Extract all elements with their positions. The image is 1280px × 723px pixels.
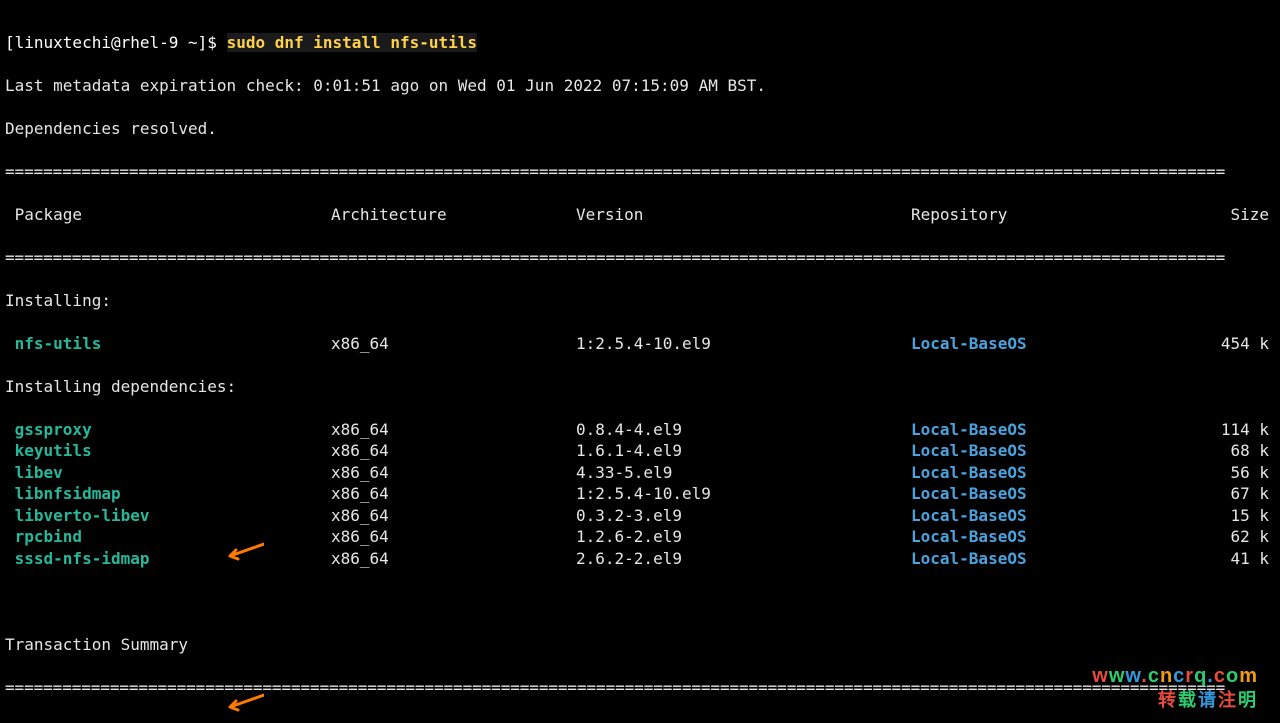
pkg-arch: x86_64 (331, 505, 576, 527)
transaction-summary-title: Transaction Summary (5, 634, 1270, 656)
install-count: Install 8 Packages (5, 720, 1270, 723)
hdr-version: Version (576, 204, 911, 226)
blank-line (5, 591, 1270, 613)
pkg-name: keyutils (5, 440, 331, 462)
pkg-name: libnfsidmap (5, 483, 331, 505)
table-header: PackageArchitectureVersionRepositorySize (5, 204, 1270, 226)
pkg-arch: x86_64 (331, 526, 576, 548)
pkg-size: 67 k (1169, 483, 1269, 505)
pkg-size: 62 k (1169, 526, 1269, 548)
pkg-size: 56 k (1169, 462, 1269, 484)
prompt-line: [linuxtechi@rhel-9 ~]$ sudo dnf install … (5, 32, 1270, 54)
pkg-version: 4.33-5.el9 (576, 462, 911, 484)
prompt-command: sudo dnf install nfs-utils (227, 33, 477, 52)
pkg-repo: Local-BaseOS (911, 548, 1169, 570)
pkg-arch: x86_64 (331, 440, 576, 462)
pkg-repo: Local-BaseOS (911, 483, 1169, 505)
deps-resolved: Dependencies resolved. (5, 118, 1270, 140)
pkg-arch: x86_64 (331, 333, 576, 355)
hdr-size: Size (1169, 204, 1269, 226)
pkg-repo: Local-BaseOS (911, 526, 1169, 548)
separator: ========================================… (5, 247, 1268, 269)
pkg-repo: Local-BaseOS (911, 419, 1169, 441)
pkg-repo: Local-BaseOS (911, 333, 1169, 355)
hdr-package: Package (5, 204, 331, 226)
pkg-arch: x86_64 (331, 419, 576, 441)
pkg-name: gssproxy (5, 419, 331, 441)
pkg-size: 41 k (1169, 548, 1269, 570)
pkg-version: 2.6.2-2.el9 (576, 548, 911, 570)
watermark: www.cncrq.com 转载请注明 (1092, 666, 1258, 711)
pkg-version: 1.2.6-2.el9 (576, 526, 911, 548)
arrow-icon (222, 650, 264, 723)
table-row: gssproxyx86_640.8.4-4.el9Local-BaseOS114… (5, 419, 1270, 441)
pkg-repo: Local-BaseOS (911, 462, 1169, 484)
pkg-version: 1.6.1-4.el9 (576, 440, 911, 462)
pkg-arch: x86_64 (331, 548, 576, 570)
pkg-size: 454 k (1169, 333, 1269, 355)
watermark-url: www.cncrq.com (1092, 666, 1258, 688)
pkg-name: sssd-nfs-idmap (5, 548, 331, 570)
pkg-arch: x86_64 (331, 483, 576, 505)
table-row: rpcbindx86_641.2.6-2.el9Local-BaseOS62 k (5, 526, 1270, 548)
pkg-version: 0.8.4-4.el9 (576, 419, 911, 441)
pkg-size: 15 k (1169, 505, 1269, 527)
terminal-window[interactable]: [linuxtechi@rhel-9 ~]$ sudo dnf install … (0, 0, 1275, 723)
section-installing: Installing: (5, 290, 1270, 312)
table-row: keyutilsx86_641.6.1-4.el9Local-BaseOS68 … (5, 440, 1270, 462)
pkg-version: 0.3.2-3.el9 (576, 505, 911, 527)
separator: ========================================… (5, 161, 1268, 183)
table-row: libverto-libevx86_640.3.2-3.el9Local-Bas… (5, 505, 1270, 527)
pkg-name: libverto-libev (5, 505, 331, 527)
table-row: nfs-utilsx86_641:2.5.4-10.el9Local-BaseO… (5, 333, 1270, 355)
metadata-line: Last metadata expiration check: 0:01:51 … (5, 75, 1270, 97)
table-row: libnfsidmapx86_641:2.5.4-10.el9Local-Bas… (5, 483, 1270, 505)
pkg-name: libev (5, 462, 331, 484)
pkg-repo: Local-BaseOS (911, 440, 1169, 462)
table-row: sssd-nfs-idmapx86_642.6.2-2.el9Local-Bas… (5, 548, 1270, 570)
hdr-repo: Repository (911, 204, 1169, 226)
pkg-version: 1:2.5.4-10.el9 (576, 483, 911, 505)
pkg-name: nfs-utils (5, 333, 331, 355)
prompt-userhost: [linuxtechi@rhel-9 ~]$ (5, 33, 227, 52)
arrow-icon (222, 499, 264, 584)
hdr-arch: Architecture (331, 204, 576, 226)
pkg-version: 1:2.5.4-10.el9 (576, 333, 911, 355)
table-row: libevx86_644.33-5.el9Local-BaseOS56 k (5, 462, 1270, 484)
separator: ========================================… (5, 677, 1268, 699)
pkg-name: rpcbind (5, 526, 331, 548)
watermark-note: 转载请注明 (1092, 690, 1258, 712)
pkg-arch: x86_64 (331, 462, 576, 484)
pkg-size: 114 k (1169, 419, 1269, 441)
pkg-size: 68 k (1169, 440, 1269, 462)
pkg-repo: Local-BaseOS (911, 505, 1169, 527)
section-installing-deps: Installing dependencies: (5, 376, 1270, 398)
